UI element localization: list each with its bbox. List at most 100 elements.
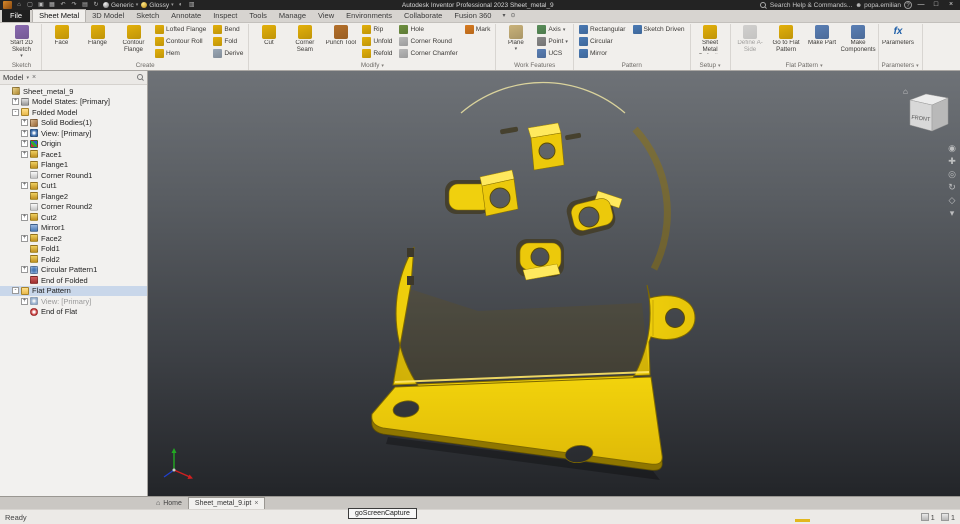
browser-node-flat-pattern[interactable]: - Flat Pattern: [0, 285, 147, 296]
ribbon-tab-inspect[interactable]: Inspect: [207, 10, 243, 22]
sheet-metal-defaults-button[interactable]: Sheet Metal Defaults: [694, 24, 727, 54]
ribbon-display-toggle-icon[interactable]: ⊙: [510, 10, 515, 22]
circular-button[interactable]: Circular: [577, 36, 628, 47]
hem-button[interactable]: Hem: [153, 48, 208, 59]
punch-tool-button[interactable]: Punch Tool: [324, 24, 357, 47]
user-account[interactable]: ☻ popa.emilian: [855, 2, 901, 9]
mirror-button[interactable]: Mirror: [577, 48, 628, 59]
expand-icon[interactable]: +: [21, 150, 28, 158]
unfold-button[interactable]: Unfold: [360, 36, 394, 47]
ribbon-tab-fusion-360[interactable]: Fusion 360: [448, 10, 497, 22]
contour-roll-button[interactable]: Contour Roll: [153, 36, 208, 47]
expand-icon[interactable]: +: [21, 182, 28, 190]
rectangular-button[interactable]: Rectangular: [577, 24, 628, 35]
browser-node-folded-model[interactable]: - Folded Model: [0, 107, 147, 118]
lofted-flange-button[interactable]: Lofted Flange: [153, 24, 208, 35]
browser-node-circular-pattern1[interactable]: + Circular Pattern1: [0, 265, 147, 276]
ribbon-tab-sketch[interactable]: Sketch: [130, 10, 165, 22]
plane-button[interactable]: Plane ▾: [499, 24, 532, 51]
browser-node-fold1[interactable]: Fold1: [0, 244, 147, 255]
browser-node-corner-round1[interactable]: Corner Round1: [0, 170, 147, 181]
expand-icon[interactable]: +: [21, 266, 28, 274]
adjust-appearance-icon[interactable]: ◐: [177, 1, 185, 9]
browser-node-face2[interactable]: + Face2: [0, 233, 147, 244]
ribbon-tab-tools[interactable]: Tools: [243, 10, 273, 22]
point-button[interactable]: Point ▾: [535, 36, 570, 47]
make-components-button[interactable]: Make Components: [841, 24, 876, 54]
group-label-setup[interactable]: Setup ▾: [694, 61, 727, 70]
search-help-label[interactable]: Search Help & Commands...: [770, 2, 852, 9]
material-dropdown[interactable]: Generic ▾: [103, 2, 138, 9]
document-tab-sheet-metal-9[interactable]: Sheet_metal_9.ipt ×: [187, 497, 266, 509]
ribbon-tab-file[interactable]: File: [2, 10, 31, 22]
bend-button[interactable]: Bend: [211, 24, 245, 35]
save-icon[interactable]: ▦: [48, 1, 56, 9]
make-part-button[interactable]: Make Part: [806, 24, 839, 47]
measure-icon[interactable]: ▥: [188, 1, 196, 9]
search-icon[interactable]: [759, 1, 767, 9]
close-button[interactable]: ×: [945, 0, 957, 10]
expand-icon[interactable]: +: [21, 297, 28, 305]
browser-node-corner-round2[interactable]: Corner Round2: [0, 202, 147, 213]
go-to-flat-pattern-button[interactable]: Go to Flat Pattern: [770, 24, 803, 54]
ribbon-tab-3d-model[interactable]: 3D Model: [86, 10, 130, 22]
expand-icon[interactable]: +: [21, 140, 28, 148]
navigation-wheel-icon[interactable]: ◉: [946, 143, 958, 153]
sketch-driven-button[interactable]: Sketch Driven: [631, 24, 687, 35]
sheet-metal-part[interactable]: [371, 81, 696, 480]
flange-button[interactable]: Flange: [81, 24, 114, 47]
home-icon[interactable]: ⌂: [15, 1, 23, 9]
ribbon-tab-annotate[interactable]: Annotate: [165, 10, 207, 22]
parameters-button[interactable]: fx Parameters: [882, 24, 915, 47]
contour-flange-button[interactable]: Contour Flange: [117, 24, 150, 54]
expand-icon[interactable]: +: [21, 129, 28, 137]
face-button[interactable]: Face: [45, 24, 78, 47]
expand-icon[interactable]: +: [12, 98, 19, 106]
viewcube[interactable]: ⌂ FRONT: [900, 84, 952, 140]
appearance-dropdown[interactable]: Glossy ▾: [141, 2, 174, 9]
new-file-icon[interactable]: ▢: [26, 1, 34, 9]
undo-icon[interactable]: ↶: [59, 1, 67, 9]
ribbon-tab-sheet-metal[interactable]: Sheet Metal: [32, 9, 87, 22]
collapse-icon[interactable]: -: [12, 108, 19, 116]
ribbon-tab-manage[interactable]: Manage: [273, 10, 312, 22]
help-icon[interactable]: ?: [904, 1, 912, 9]
ribbon-tab-collaborate[interactable]: Collaborate: [398, 10, 448, 22]
ucs-button[interactable]: UCS: [535, 48, 570, 59]
print-icon[interactable]: ▤: [81, 1, 89, 9]
group-label-modify[interactable]: Modify ▾: [252, 61, 492, 70]
browser-node-flange1[interactable]: Flange1: [0, 160, 147, 171]
navbar-menu-icon[interactable]: ▾: [946, 208, 958, 218]
minimize-button[interactable]: —: [915, 0, 927, 10]
expand-icon[interactable]: +: [21, 119, 28, 127]
browser-node-face1[interactable]: + Face1: [0, 149, 147, 160]
maximize-button[interactable]: □: [930, 0, 942, 10]
browser-node-mirror1[interactable]: Mirror1: [0, 223, 147, 234]
browser-title[interactable]: Model: [3, 73, 23, 82]
group-label-flat-pattern[interactable]: Flat Pattern ▾: [734, 61, 875, 70]
derive-button[interactable]: Derive: [211, 48, 245, 59]
mark-button[interactable]: Mark: [463, 24, 493, 35]
axis-button[interactable]: Axis ▾: [535, 24, 570, 35]
update-icon[interactable]: ↻: [92, 1, 100, 9]
browser-node-solid-bodies-1[interactable]: + Solid Bodies(1): [0, 118, 147, 129]
inventor-logo-icon[interactable]: [3, 1, 12, 9]
cut-button[interactable]: Cut: [252, 24, 285, 47]
browser-node-view-primary[interactable]: + View: [Primary]: [0, 128, 147, 139]
start-2d-sketch-button[interactable]: Start 2D Sketch ▾: [5, 24, 38, 58]
zoom-icon[interactable]: ◎: [946, 169, 958, 179]
browser-node-view-primary[interactable]: + View: [Primary]: [0, 296, 147, 307]
browser-menu-arrow-icon[interactable]: ▾: [26, 75, 29, 81]
browser-close-icon[interactable]: ×: [32, 74, 36, 81]
browser-search-icon[interactable]: [137, 74, 144, 81]
expand-icon[interactable]: +: [21, 234, 28, 242]
ribbon-tab-environments[interactable]: Environments: [340, 10, 398, 22]
viewport[interactable]: ⌂ FRONT ◉ ✚ ◎ ↻ ◇ ▾: [148, 71, 960, 496]
viewcube-home-icon[interactable]: ⌂: [903, 87, 908, 96]
corner-seam-button[interactable]: Corner Seam: [288, 24, 321, 54]
redo-icon[interactable]: ↷: [70, 1, 78, 9]
expand-icon[interactable]: +: [21, 213, 28, 221]
browser-node-cut1[interactable]: + Cut1: [0, 181, 147, 192]
look-at-icon[interactable]: ◇: [946, 195, 958, 205]
pan-icon[interactable]: ✚: [946, 156, 958, 166]
